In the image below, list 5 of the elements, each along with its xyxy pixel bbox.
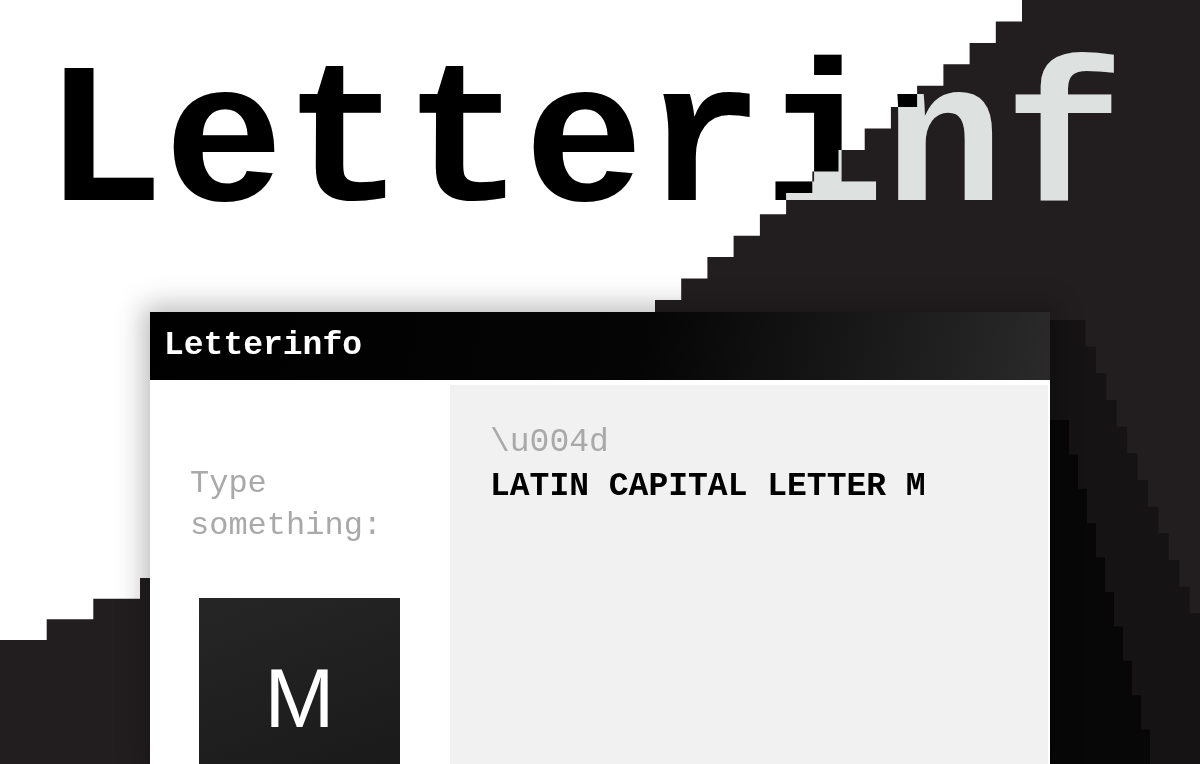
input-field[interactable]: M [199,598,400,764]
window-title: Letterinfo [164,326,363,366]
character-name: LATIN CAPITAL LETTER M [490,467,926,507]
code-point-text: \u004d [490,423,609,463]
input-label: Type something: [190,464,384,546]
